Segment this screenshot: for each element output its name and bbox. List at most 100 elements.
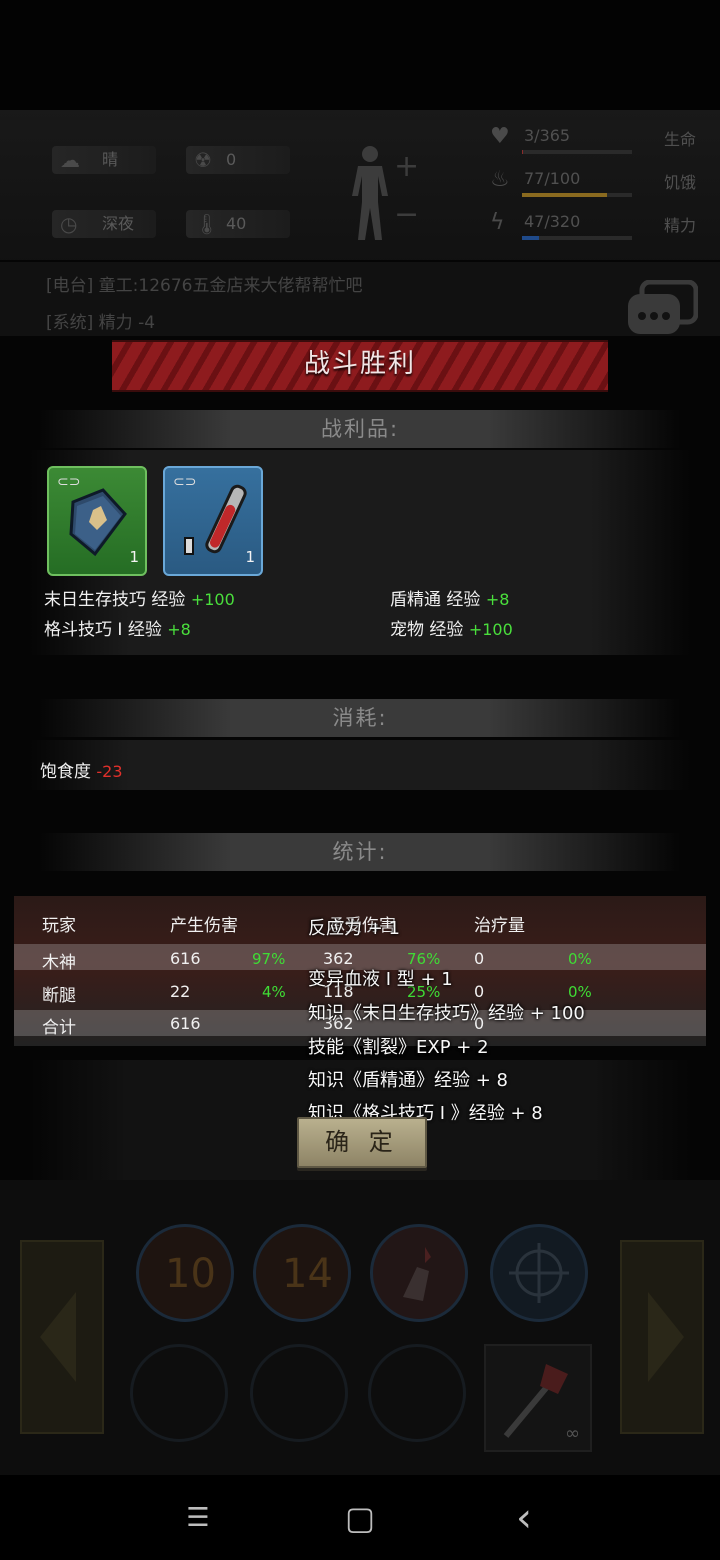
damage-dealt: 616 [170, 949, 201, 968]
cooldown-value: 10 [165, 1251, 216, 1297]
energy-value: 47/320 [524, 212, 581, 231]
consume-label: 饱食度 [40, 762, 91, 782]
hunger-stat: ♨ 77/100 饥饿 [488, 167, 708, 197]
prev-page-button[interactable] [20, 1240, 104, 1434]
float-message: 知识《盾精通》经验 + 8 [308, 1070, 508, 1091]
energy-bar [522, 236, 632, 240]
empty-slot[interactable] [250, 1344, 348, 1442]
crosshair-icon [509, 1243, 569, 1303]
durability-infinite: ∞ [565, 1423, 580, 1444]
top-blank-area [0, 0, 720, 110]
energy-bar-fill [522, 236, 539, 240]
hunger-bar-fill [522, 193, 607, 197]
empty-slot[interactable] [130, 1344, 228, 1442]
float-message: 反应力 + 1 [308, 918, 400, 939]
time-label: 深夜 [102, 214, 135, 233]
chat-line: [电台] 童工:12676五金店来大佬帮帮忙吧 [46, 276, 363, 296]
exp-value: +8 [485, 590, 510, 609]
hunger-value: 77/100 [524, 169, 581, 188]
book-icon [69, 488, 127, 557]
float-message: 变异血液 I 型 + 1 [308, 969, 453, 990]
float-message: 技能《割裂》EXP + 2 [308, 1037, 489, 1058]
stats-header: 统计: [40, 833, 680, 871]
loot-header: 战利品: [40, 410, 680, 448]
back-button[interactable]: ‹ [504, 1498, 544, 1538]
chat-log[interactable]: [电台] 童工:12676五金店来大佬帮帮忙吧 [系统] 精力 -4 [0, 262, 720, 336]
health-bar [522, 150, 632, 154]
healing-pct: 0% [568, 950, 592, 968]
clock-icon: ◷ [60, 212, 78, 236]
radiation-icon: ☢ [194, 148, 212, 172]
skill-slot[interactable]: 10 [136, 1224, 234, 1322]
item-count: 1 [129, 548, 139, 566]
confirm-button[interactable]: 确 定 [297, 1117, 427, 1168]
temperature-chip: 🌡 40 [186, 210, 290, 238]
damage-dealt: 22 [170, 982, 191, 1001]
chat-line: [系统] 精力 -4 [46, 313, 156, 333]
skill-panel [0, 1180, 720, 1475]
player-name: 断腿 [42, 986, 76, 1006]
exp-value: +8 [167, 620, 191, 639]
exp-label: 盾精通 经验 [390, 590, 481, 610]
victory-title: 战斗胜利 [303, 349, 416, 379]
temperature-value: 40 [226, 214, 247, 233]
cloud-sun-icon: ☁ [60, 148, 80, 172]
damage-dealt: 616 [170, 1014, 201, 1033]
damage-dealt-pct: 97% [252, 950, 286, 968]
column-header: 玩家 [42, 916, 76, 936]
energy-stat: ϟ 47/320 精力 [488, 210, 708, 240]
item-count: 1 [245, 548, 255, 566]
energy-label: 精力 [663, 216, 696, 235]
health-value: 3/365 [524, 126, 571, 145]
health-label: 生命 [663, 130, 696, 149]
heart-icon: ♥ [490, 124, 510, 149]
exp-line: 格斗技巧 I 经验 +8 [44, 615, 191, 640]
menu-button[interactable]: ☰ [178, 1500, 218, 1536]
fist-icon [403, 1247, 431, 1301]
skill-slot[interactable]: 14 [253, 1224, 351, 1322]
skill-slot[interactable] [490, 1224, 588, 1322]
column-header: 产生伤害 [170, 916, 238, 936]
float-message: 知识《末日生存技巧》经验 + 100 [308, 1003, 585, 1024]
radiation-value: 0 [226, 150, 237, 169]
stomach-icon: ♨ [490, 167, 510, 192]
test-tube-icon [184, 484, 247, 555]
exp-line: 盾精通 经验 +8 [390, 585, 509, 610]
weather-chip: ☁ 晴 [52, 146, 156, 174]
exp-value: +100 [468, 620, 513, 639]
player-name: 合计 [42, 1018, 76, 1038]
exp-line: 宠物 经验 +100 [390, 615, 513, 640]
time-chip: ◷ 深夜 [52, 210, 156, 238]
player-name: 木神 [42, 953, 76, 973]
book-item[interactable]: ⊂⊃ 1 [47, 466, 147, 576]
test-tube-item[interactable]: ⊂⊃ 1 [163, 466, 263, 576]
exp-line: 末日生存技巧 经验 +100 [44, 585, 235, 610]
weather-label: 晴 [102, 150, 119, 169]
healing: 0 [474, 949, 485, 968]
damage-dealt-pct: 4% [262, 983, 286, 1001]
hunger-label: 饥饿 [663, 173, 696, 192]
remove-status-icon[interactable]: − [394, 197, 419, 232]
exp-label: 末日生存技巧 经验 [44, 590, 186, 610]
health-stat: ♥ 3/365 生命 [488, 124, 708, 154]
column-header: 治疗量 [474, 916, 525, 936]
body-figure-icon[interactable]: + − [348, 142, 420, 242]
next-page-button[interactable] [620, 1240, 704, 1434]
consume-header: 消耗: [40, 699, 680, 737]
consume-value: -23 [96, 762, 123, 781]
home-button[interactable]: ▢ [340, 1500, 380, 1536]
chat-bubble-icon[interactable] [626, 279, 699, 336]
cooldown-value: 14 [282, 1251, 333, 1297]
empty-slot[interactable] [368, 1344, 466, 1442]
exp-value: +100 [190, 590, 235, 609]
energy-icon: ϟ [490, 210, 505, 235]
exp-label: 宠物 经验 [390, 620, 464, 640]
weapon-slot[interactable]: ∞ [484, 1344, 592, 1452]
exp-label: 格斗技巧 I 经验 [44, 620, 162, 640]
consume-line: 饱食度 -23 [40, 757, 123, 782]
hunger-bar [522, 193, 632, 197]
add-status-icon[interactable]: + [394, 149, 419, 184]
consume-panel [30, 740, 690, 790]
skill-slot[interactable] [370, 1224, 468, 1322]
health-bar-fill [522, 150, 524, 154]
